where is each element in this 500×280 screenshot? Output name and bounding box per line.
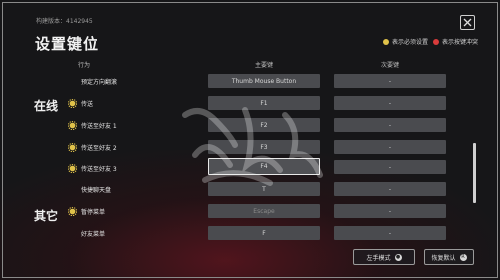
action-label-text: 暂停菜单 [81, 208, 106, 216]
legend-conflict: 表示按键冲突 [433, 37, 478, 46]
action-label: 传送至好友 2 [68, 142, 117, 152]
primary-key-button[interactable]: F [208, 226, 320, 240]
page-title: 设置键位 [35, 35, 100, 53]
column-header-action: 行为 [78, 62, 91, 69]
section-online: 在线 [34, 99, 59, 113]
secondary-key-button[interactable]: - [334, 140, 446, 154]
primary-key-button[interactable]: Escape [208, 204, 320, 218]
legend-conflict-label: 表示按键冲突 [442, 39, 479, 46]
legend-required-label: 表示必须设置 [392, 39, 429, 46]
action-label-text: 好友菜单 [81, 230, 106, 238]
close-button[interactable] [460, 15, 475, 30]
watermark-brush-logo [182, 107, 323, 186]
secondary-key-button[interactable]: - [334, 160, 446, 174]
reset-default-label: 恢复默认 [431, 254, 456, 262]
left-hand-mode-label: 左手模式 [366, 254, 391, 262]
key-hint-icon: ● [394, 253, 402, 261]
required-gear-icon [68, 163, 77, 173]
action-label: 传送至好友 3 [68, 163, 117, 173]
build-version: 构建版本：4142945 [36, 18, 93, 25]
primary-key-button[interactable]: Thumb Mouse Button [208, 74, 320, 88]
scrollbar-thumb[interactable] [473, 143, 476, 203]
required-gear-icon [68, 142, 77, 152]
secondary-key-button[interactable]: - [334, 182, 446, 196]
red-dot-icon [433, 38, 439, 45]
section-other: 其它 [34, 209, 59, 223]
action-label: 快捷聊天盘 [68, 185, 112, 194]
action-label: 预定方向翻滚 [68, 77, 118, 86]
action-label-text: 快捷聊天盘 [81, 186, 112, 194]
column-header-primary: 主要键 [254, 62, 273, 69]
action-label-text: 传送 [81, 100, 94, 108]
action-label: 传送至好友 1 [68, 120, 117, 130]
action-label-text: 传送至好友 3 [81, 165, 117, 173]
action-label: 好友菜单 [68, 229, 106, 238]
secondary-key-button[interactable]: - [334, 118, 446, 132]
required-gear-icon [68, 206, 77, 216]
secondary-key-button[interactable]: - [334, 74, 446, 88]
action-label: 暂停菜单 [68, 206, 106, 216]
secondary-key-button[interactable]: - [334, 204, 446, 218]
gold-dot-icon [383, 38, 389, 45]
required-gear-icon [68, 98, 77, 108]
left-hand-mode-button[interactable]: 左手模式 ● [353, 249, 415, 265]
reset-default-button[interactable]: 恢复默认 R [424, 249, 474, 265]
secondary-key-button[interactable]: - [334, 96, 446, 110]
action-label-text: 预定方向翻滚 [81, 78, 118, 86]
action-label-text: 传送至好友 2 [81, 144, 117, 152]
secondary-key-button[interactable]: - [334, 226, 446, 240]
key-hint-r-icon: R [459, 253, 467, 261]
close-icon [463, 18, 472, 27]
legend-required: 表示必须设置 [383, 37, 428, 46]
required-gear-icon [68, 120, 77, 130]
action-label-text: 传送至好友 1 [81, 122, 117, 130]
action-label: 传送 [68, 98, 94, 108]
column-header-secondary: 次要键 [380, 62, 399, 69]
